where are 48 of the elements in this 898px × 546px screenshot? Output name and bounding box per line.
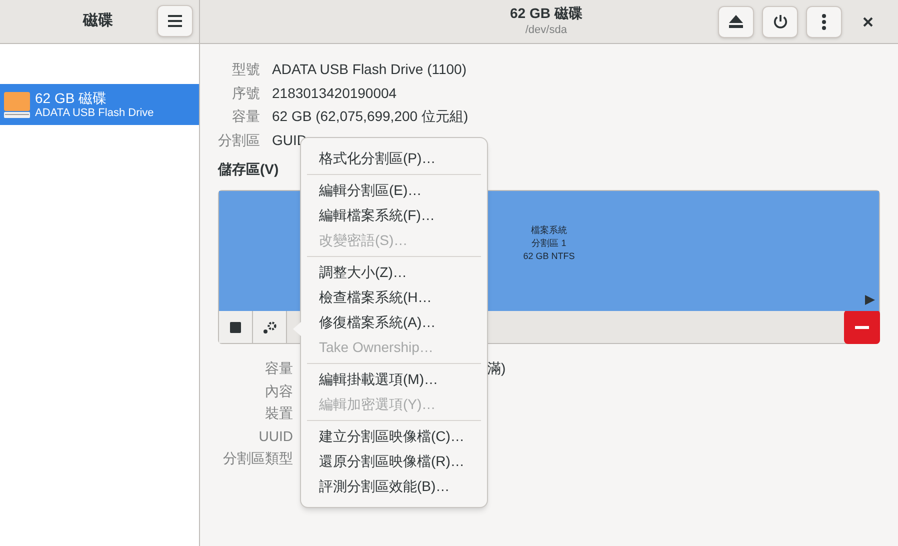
menu-item[interactable]: 編輯掛載選項(M)… xyxy=(307,367,481,392)
power-button[interactable] xyxy=(762,6,798,38)
eject-button[interactable] xyxy=(718,6,754,38)
sidebar-title: 磁碟 xyxy=(83,11,113,31)
menu-icon xyxy=(168,15,182,27)
menu-item[interactable]: 調整大小(Z)… xyxy=(307,260,481,285)
field-label: UUID xyxy=(258,426,293,446)
menu-item[interactable]: 檢查檔案系統(H… xyxy=(307,285,481,310)
menu-item[interactable]: 評測分割區效能(B)… xyxy=(307,474,481,499)
field-label: 序號 xyxy=(231,84,260,102)
menu-item[interactable]: 還原分割區映像檔(R)… xyxy=(307,449,481,474)
partition-label: 62 GB NTFS xyxy=(523,250,575,262)
field-label: 裝置 xyxy=(264,404,293,423)
play-icon xyxy=(865,295,875,305)
section-title: 儲存區(V) xyxy=(218,160,279,179)
more-button[interactable] xyxy=(806,6,842,38)
field-value: ADATA USB Flash Drive (1100) xyxy=(272,60,468,79)
field-label: 分割區類型 xyxy=(222,449,293,468)
field-label: 內容 xyxy=(264,382,293,400)
stop-button[interactable] xyxy=(219,311,253,343)
field-label: 分割區 xyxy=(218,130,260,150)
device-name: 62 GB 磁碟 xyxy=(35,90,108,106)
field-label: 容量 xyxy=(264,359,293,378)
menu-item[interactable]: 建立分割區映像檔(C)… xyxy=(307,424,481,449)
field-value: 62 GB (62,075,699,200 位元組) xyxy=(272,107,470,126)
more-icon xyxy=(822,14,826,30)
device-item[interactable]: 62 GB 磁碟 ADATA USB Flash Drive xyxy=(0,84,199,125)
close-icon xyxy=(863,16,873,26)
delete-button[interactable] xyxy=(844,310,880,344)
menu-item[interactable]: 格式化分割區(P)… xyxy=(307,146,481,171)
partition-label: 分割區 1 xyxy=(532,236,566,250)
minus-icon xyxy=(855,326,869,328)
eject-icon xyxy=(729,15,743,28)
device-model: ADATA USB Flash Drive xyxy=(35,106,154,120)
window-subtitle: /dev/sda xyxy=(525,23,567,37)
power-icon xyxy=(772,14,788,29)
drive-icon xyxy=(4,92,30,118)
field-value: 滿) xyxy=(487,359,506,378)
field-label: 容量 xyxy=(231,107,260,126)
menu-button[interactable] xyxy=(157,5,193,37)
settings-button[interactable] xyxy=(253,311,287,343)
window-title: 62 GB 磁碟 xyxy=(510,4,582,23)
stop-icon xyxy=(230,322,241,332)
menu-item[interactable]: 編輯檔案系統(F)… xyxy=(307,203,481,228)
partition-label: 檔案系統 xyxy=(531,224,567,236)
gears-icon xyxy=(262,320,276,334)
field-label: 型號 xyxy=(231,60,260,79)
field-value: 2183013420190004 xyxy=(272,84,398,102)
